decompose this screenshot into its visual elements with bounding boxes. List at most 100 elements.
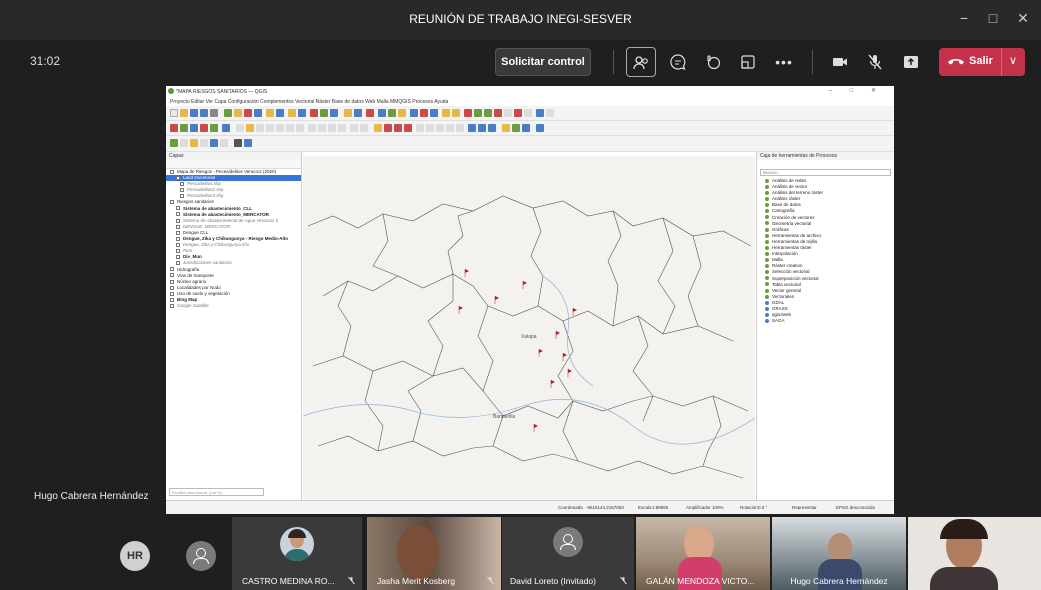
map-canvas[interactable]: Xalapa Banderilla bbox=[302, 156, 756, 500]
breakout-rooms-button[interactable] bbox=[733, 47, 763, 77]
camera-icon bbox=[833, 58, 847, 66]
scale-value[interactable]: 1:88660 bbox=[652, 505, 668, 510]
participant-avatar[interactable]: HR bbox=[120, 541, 150, 571]
locator-search-input[interactable]: Escriba para buscar (Ctrl+K) bbox=[169, 488, 264, 496]
layers-panel: Capas Mapa de Riesgos - Peces/delitos Ve… bbox=[166, 152, 302, 500]
layer-label: Bing Map bbox=[177, 296, 198, 302]
toolbox-title: Caja de herramientas de Procesos bbox=[757, 152, 894, 160]
layer-checkbox-icon[interactable] bbox=[170, 267, 174, 272]
toolbox-item-label: Herramientas de rejilla bbox=[772, 238, 818, 244]
layer-checkbox-icon[interactable] bbox=[176, 212, 180, 217]
reactions-button[interactable] bbox=[698, 47, 728, 77]
minimize-button[interactable]: − bbox=[954, 10, 974, 26]
layer-checkbox-icon[interactable] bbox=[170, 169, 174, 174]
participants-button[interactable] bbox=[626, 47, 656, 77]
chat-button[interactable] bbox=[663, 47, 693, 77]
title-bar: REUNIÓN DE TRABAJO INEGI-SESVER − □ ✕ bbox=[0, 0, 1041, 40]
toolbox-item-label: Malla bbox=[772, 257, 783, 263]
participant-tile[interactable]: Hugo Cabrera Hernández bbox=[772, 517, 906, 590]
toolbox-group-icon bbox=[765, 300, 769, 305]
map-label: Xalapa bbox=[521, 334, 537, 340]
layer-checkbox-icon[interactable] bbox=[176, 206, 180, 211]
layer-checkbox-icon[interactable] bbox=[170, 303, 174, 308]
layer-checkbox-icon[interactable] bbox=[176, 218, 180, 223]
participant-tile[interactable]: David Loreto (Invitado) bbox=[502, 517, 634, 590]
toolbox-tree[interactable]: Análisis de redes Análisis de vector Análi… bbox=[757, 176, 894, 324]
layer-checkbox-icon[interactable] bbox=[176, 249, 180, 254]
qgis-toolbar-3[interactable] bbox=[166, 136, 894, 152]
toolbox-group-icon bbox=[765, 276, 769, 281]
layer-checkbox-icon[interactable] bbox=[180, 194, 184, 199]
participant-tile[interactable]: CASTRO MEDINA RO... bbox=[232, 517, 362, 590]
qgis-toolbar-2[interactable] bbox=[166, 121, 894, 136]
camera-button[interactable] bbox=[825, 47, 855, 77]
participant-name: Hugo Cabrera Hernández bbox=[790, 576, 888, 586]
layer-checkbox-icon[interactable] bbox=[170, 285, 174, 290]
toolbox-group-icon bbox=[765, 258, 769, 263]
toolbox-group-icon bbox=[765, 209, 769, 214]
toolbox-item[interactable]: SAGA bbox=[761, 318, 894, 324]
layer-checkbox-icon[interactable] bbox=[180, 182, 184, 186]
qgis-menubar[interactable]: Proyecto Editar Ver Capa Configuración C… bbox=[166, 97, 894, 106]
layer-label: Pescadelitos2.shp bbox=[187, 187, 224, 193]
participant-tile[interactable] bbox=[908, 517, 1041, 590]
layer-checkbox-icon[interactable] bbox=[176, 236, 180, 241]
rotation-value[interactable]: 0.0 ° bbox=[758, 505, 767, 510]
more-actions-button[interactable]: ••• bbox=[769, 47, 799, 77]
toolbox-item-label: Interpolación bbox=[772, 251, 798, 257]
layer-tree-item[interactable]: Google Satellite bbox=[166, 303, 301, 309]
toolbox-group-icon bbox=[765, 184, 769, 189]
microphone-button[interactable] bbox=[860, 47, 890, 77]
leave-button[interactable]: Salir ∨ bbox=[939, 48, 1025, 76]
toolbox-toolbar[interactable] bbox=[757, 160, 894, 169]
risk-markers bbox=[459, 269, 577, 428]
toolbox-group-icon bbox=[765, 233, 769, 238]
layer-checkbox-icon[interactable] bbox=[170, 297, 174, 302]
toolbox-search-input[interactable]: Buscar... bbox=[760, 169, 891, 176]
layer-checkbox-icon[interactable] bbox=[180, 188, 184, 193]
layer-label: Dengue CLL bbox=[183, 229, 209, 235]
toolbox-group-icon bbox=[765, 312, 769, 317]
share-content-button[interactable] bbox=[896, 47, 926, 77]
layer-label: Pescadelitos.shp bbox=[187, 181, 222, 187]
layer-checkbox-icon[interactable] bbox=[176, 224, 180, 229]
mic-off-icon bbox=[347, 576, 356, 587]
layer-label: Dengue, Zika y Chikungunya.shx bbox=[183, 242, 250, 248]
leave-options-chevron-icon[interactable]: ∨ bbox=[1009, 54, 1017, 67]
participant-tile[interactable]: Jasha Merit Kosberg bbox=[367, 517, 501, 590]
layer-checkbox-icon[interactable] bbox=[176, 242, 180, 247]
request-control-button[interactable]: Solicitar control bbox=[495, 48, 591, 76]
qgis-title-text: *MAPA RIESGOS SANITARIOS — QGIS bbox=[176, 89, 268, 95]
layer-checkbox-icon[interactable] bbox=[176, 255, 180, 260]
layer-checkbox-icon[interactable] bbox=[170, 291, 174, 296]
layer-checkbox-icon[interactable] bbox=[176, 175, 180, 180]
toolbox-group-icon bbox=[765, 203, 769, 208]
layer-checkbox-icon[interactable] bbox=[170, 273, 174, 278]
toolbox-group-icon bbox=[765, 197, 769, 202]
mic-off-icon bbox=[619, 576, 628, 587]
layer-checkbox-icon[interactable] bbox=[176, 261, 180, 266]
layers-panel-toolbar[interactable] bbox=[166, 160, 301, 169]
reactions-icon bbox=[707, 55, 721, 70]
layer-tree[interactable]: Mapa de Riesgos - Peces/delitos Veracruz… bbox=[166, 169, 301, 309]
qgis-toolbar-1[interactable] bbox=[166, 106, 894, 121]
participant-tile[interactable]: GALÁN MENDOZA VICTO... bbox=[636, 517, 770, 590]
crs-status[interactable]: EPSG desconocido bbox=[836, 505, 875, 510]
magnifier-value[interactable]: 100% bbox=[712, 505, 724, 510]
layer-checkbox-icon[interactable] bbox=[170, 279, 174, 284]
toolbox-item-label: Herramientas ráster bbox=[772, 245, 812, 251]
divider bbox=[613, 50, 614, 74]
layer-checkbox-icon[interactable] bbox=[176, 230, 180, 235]
maximize-button[interactable]: □ bbox=[983, 10, 1003, 26]
layer-label: Jurisdicciones sanitarias bbox=[183, 260, 232, 266]
toolbox-item-label: Análisis del terreno ráster bbox=[772, 190, 824, 196]
toolbox-group-icon bbox=[765, 227, 769, 232]
render-checkbox-label[interactable]: Representar bbox=[792, 505, 817, 510]
participant-avatar-generic-icon[interactable] bbox=[186, 541, 216, 571]
participant-name: CASTRO MEDINA RO... bbox=[242, 576, 335, 586]
layers-panel-title: Capas bbox=[166, 152, 301, 160]
close-button[interactable]: ✕ bbox=[1013, 10, 1033, 27]
participant-name: Jasha Merit Kosberg bbox=[377, 576, 455, 586]
toolbox-group-icon bbox=[765, 215, 769, 220]
layer-checkbox-icon[interactable] bbox=[170, 200, 174, 205]
